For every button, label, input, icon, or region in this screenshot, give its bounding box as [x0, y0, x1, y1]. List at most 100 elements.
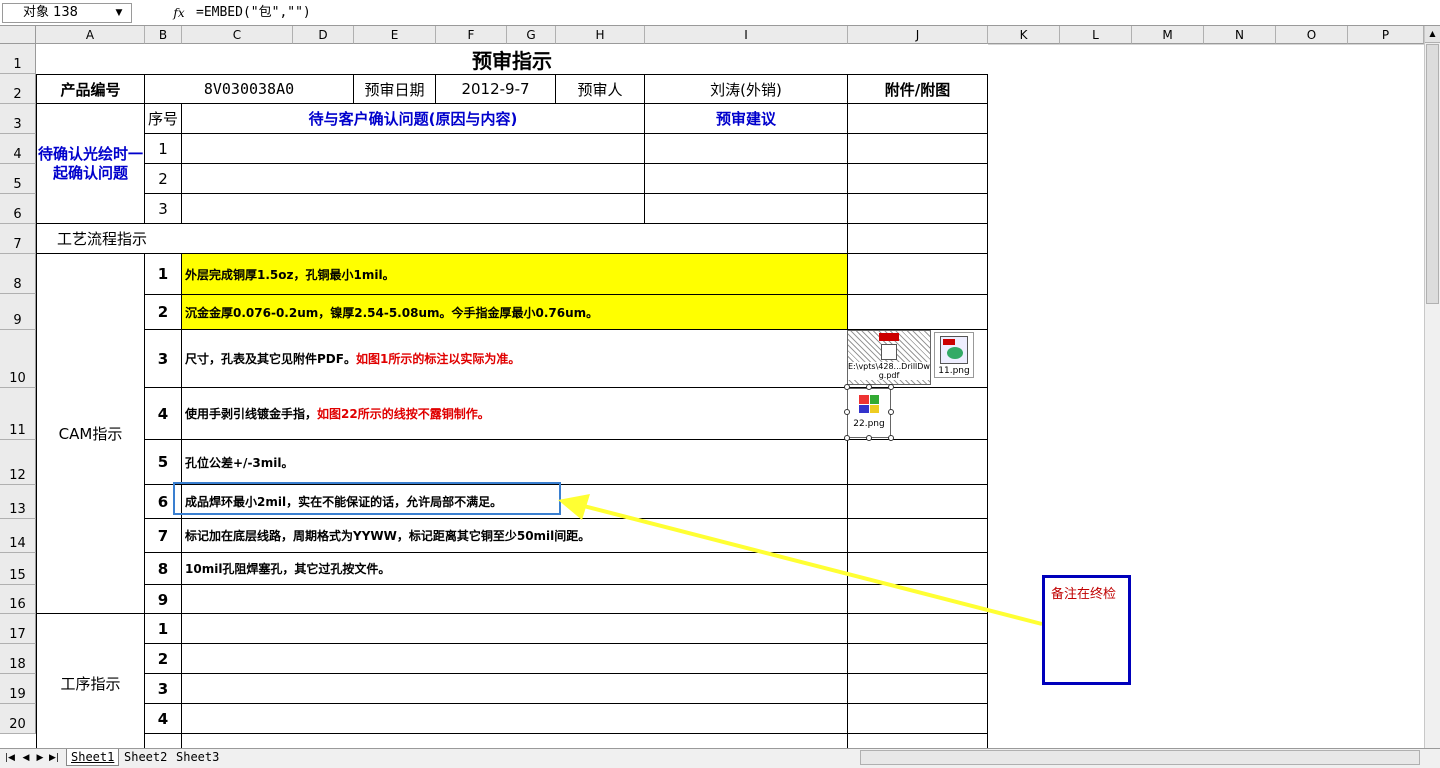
- cam-instruction-text: 标记加在底层线路，周期格式为YYWW，标记距离其它铜至少50mil间距。: [185, 529, 591, 543]
- embedded-pdf-object[interactable]: E:\vpts\428...DrillDwg.pdf: [847, 330, 931, 385]
- row-header-14[interactable]: 14: [0, 519, 36, 553]
- cam-instruction-cell[interactable]: 尺寸，孔表及其它见附件PDF。 如图1所示的标注以实际为准。: [181, 329, 848, 388]
- column-header-D[interactable]: D: [293, 26, 354, 44]
- row-header-20[interactable]: 20: [0, 704, 36, 734]
- attach-cell[interactable]: [847, 223, 988, 254]
- column-header-M[interactable]: M: [1132, 26, 1204, 44]
- tab-sheet1[interactable]: Sheet1: [66, 749, 120, 766]
- column-header-N[interactable]: N: [1204, 26, 1276, 44]
- resize-handle[interactable]: [866, 435, 872, 441]
- resize-handle[interactable]: [844, 384, 850, 390]
- column-header-H[interactable]: H: [556, 26, 645, 44]
- question-label: 待与客户确认问题(原因与内容): [181, 103, 645, 134]
- tab-sheet3[interactable]: Sheet3: [172, 749, 223, 766]
- attach-cell[interactable]: [847, 253, 988, 295]
- advice-cell[interactable]: [644, 133, 848, 164]
- row-header-19[interactable]: 19: [0, 674, 36, 704]
- row-header-15[interactable]: 15: [0, 553, 36, 585]
- column-header-A[interactable]: A: [36, 26, 145, 44]
- row-header-7[interactable]: 7: [0, 224, 36, 254]
- column-header-G[interactable]: G: [507, 26, 556, 44]
- fx-icon[interactable]: fx: [168, 3, 190, 23]
- row-header-17[interactable]: 17: [0, 614, 36, 644]
- process-instruction-cell[interactable]: [181, 703, 848, 734]
- note-box[interactable]: 备注在终检: [1042, 575, 1131, 685]
- process-instruction-cell[interactable]: [181, 673, 848, 704]
- attach-cell[interactable]: [847, 163, 988, 194]
- column-header-K[interactable]: K: [988, 26, 1060, 44]
- embedded-image-11[interactable]: 11.png: [934, 332, 974, 378]
- attach-cell[interactable]: [847, 133, 988, 164]
- next-sheet-icon[interactable]: ▶: [34, 750, 46, 766]
- row-header-11[interactable]: 11: [0, 388, 36, 440]
- row-header-9[interactable]: 9: [0, 294, 36, 330]
- horizontal-scrollbar[interactable]: [860, 750, 1420, 765]
- cam-instruction-cell[interactable]: 外层完成铜厚1.5oz，孔铜最小1mil。: [181, 253, 848, 295]
- cam-instruction-cell[interactable]: 孔位公差+/-3mil。: [181, 439, 848, 485]
- reviewer-value[interactable]: 刘涛(外销): [644, 74, 848, 104]
- row-header-16[interactable]: 16: [0, 585, 36, 614]
- row-header-8[interactable]: 8: [0, 254, 36, 294]
- cam-instruction-note: 如图1所示的标注以实际为准。: [355, 352, 521, 366]
- row-header-18[interactable]: 18: [0, 644, 36, 674]
- column-header-I[interactable]: I: [645, 26, 848, 44]
- process-flow-cell[interactable]: [181, 223, 848, 254]
- formula-input[interactable]: =EMBED("包",""): [196, 3, 1436, 23]
- advice-cell[interactable]: [644, 163, 848, 194]
- first-sheet-icon[interactable]: |◀: [4, 750, 16, 766]
- scroll-thumb[interactable]: [1426, 44, 1439, 304]
- question-cell[interactable]: [181, 193, 645, 224]
- advice-label: 预审建议: [644, 103, 848, 134]
- row-header-12[interactable]: 12: [0, 440, 36, 485]
- cam-instruction-cell[interactable]: 使用手剥引线镀金手指， 如图22所示的线按不露铜制作。: [181, 387, 848, 440]
- chevron-down-icon[interactable]: ▼: [108, 3, 130, 23]
- cam-seq-number: 9: [144, 584, 182, 615]
- embedded-image-22[interactable]: 22.png: [847, 388, 891, 438]
- vertical-scrollbar[interactable]: ▲: [1424, 26, 1440, 748]
- resize-handle[interactable]: [866, 384, 872, 390]
- resize-handle[interactable]: [888, 409, 894, 415]
- row-header-5[interactable]: 5: [0, 164, 36, 194]
- resize-handle[interactable]: [844, 409, 850, 415]
- seq-label: 序号: [144, 103, 182, 134]
- last-sheet-icon[interactable]: ▶|: [48, 750, 60, 766]
- resize-handle[interactable]: [844, 435, 850, 441]
- attach-cell[interactable]: [847, 193, 988, 224]
- column-header-B[interactable]: B: [145, 26, 182, 44]
- row-header-10[interactable]: 10: [0, 330, 36, 388]
- review-date-value[interactable]: 2012-9-7: [435, 74, 556, 104]
- question-cell[interactable]: [181, 163, 645, 194]
- process-seq-number: 2: [144, 643, 182, 674]
- attach-cell[interactable]: [847, 703, 988, 734]
- column-header-P[interactable]: P: [1348, 26, 1424, 44]
- prev-sheet-icon[interactable]: ◀: [20, 750, 32, 766]
- row-header-6[interactable]: 6: [0, 194, 36, 224]
- row-header-4[interactable]: 4: [0, 134, 36, 164]
- attach-cell[interactable]: [847, 673, 988, 704]
- row-header-1[interactable]: 1: [0, 44, 36, 74]
- column-header-J[interactable]: J: [848, 26, 988, 44]
- resize-handle[interactable]: [888, 435, 894, 441]
- column-header-C[interactable]: C: [182, 26, 293, 44]
- question-cell[interactable]: [181, 133, 645, 164]
- row-header-2[interactable]: 2: [0, 74, 36, 104]
- arrow-annotation: [558, 494, 1043, 626]
- attach-cell[interactable]: [847, 294, 988, 330]
- tab-sheet2[interactable]: Sheet2: [120, 749, 171, 766]
- scroll-up-icon[interactable]: ▲: [1425, 26, 1440, 43]
- column-header-O[interactable]: O: [1276, 26, 1348, 44]
- column-header-L[interactable]: L: [1060, 26, 1132, 44]
- resize-handle[interactable]: [888, 384, 894, 390]
- product-value[interactable]: 8V030038A0: [144, 74, 354, 104]
- column-header-F[interactable]: F: [436, 26, 507, 44]
- product-label: 产品编号: [36, 74, 145, 104]
- row-header-3[interactable]: 3: [0, 104, 36, 134]
- process-seq-number: 4: [144, 703, 182, 734]
- attach-cell[interactable]: [847, 439, 988, 485]
- attach-cell[interactable]: [847, 103, 988, 134]
- column-header-E[interactable]: E: [354, 26, 436, 44]
- row-header-13[interactable]: 13: [0, 485, 36, 519]
- advice-cell[interactable]: [644, 193, 848, 224]
- select-all-corner[interactable]: [0, 26, 36, 44]
- cam-instruction-cell[interactable]: 沉金金厚0.076-0.2um，镍厚2.54-5.08um。今手指金厚最小0.7…: [181, 294, 848, 330]
